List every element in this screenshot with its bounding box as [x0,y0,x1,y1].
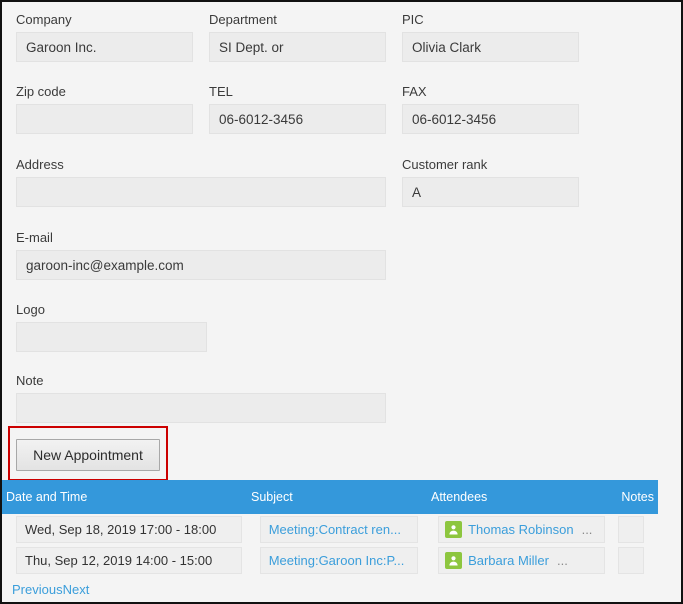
appointments-table-header: Date and Time Subject Attendees Notes [2,480,658,514]
cell-spacer [605,516,619,543]
previous-link[interactable]: Previous [12,582,63,597]
cell-attendees[interactable]: Barbara Miller ... [438,547,605,574]
appointments-table: Date and Time Subject Attendees Notes We… [2,480,658,576]
cell-notes [618,516,645,543]
field-tel: TEL 06-6012-3456 [209,84,386,134]
label-note: Note [16,373,44,388]
column-header-subject: Subject [251,490,293,504]
cell-spacer [242,516,260,543]
column-header-date-and-time: Date and Time [6,490,88,504]
label-company: Company [16,12,72,27]
pagination: Previous Next [12,582,89,597]
input-email[interactable]: garoon-inc@example.com [16,250,386,280]
field-note: Note [16,373,386,423]
field-department: Department SI Dept. or [209,12,386,62]
customer-detail-pane: Company Garoon Inc. Department SI Dept. … [2,2,681,602]
column-header-notes: Notes [621,490,654,504]
input-logo[interactable] [16,322,207,352]
label-customer-rank: Customer rank [402,157,488,172]
input-company[interactable]: Garoon Inc. [16,32,193,62]
cell-spacer [644,516,658,543]
field-logo: Logo [16,302,207,352]
field-address: Address [16,157,386,207]
label-pic: PIC [402,12,424,27]
field-pic: PIC Olivia Clark [402,12,579,62]
field-zip-code: Zip code [16,84,193,134]
label-logo: Logo [16,302,45,317]
label-department: Department [209,12,277,27]
cell-date-and-time: Wed, Sep 18, 2019 17:00 - 18:00 [16,516,242,543]
table-row[interactable]: Thu, Sep 12, 2019 14:00 - 15:00 Meeting:… [2,545,658,576]
next-link[interactable]: Next [63,582,90,597]
column-header-attendees: Attendees [431,490,488,504]
attendee-more: ... [557,553,568,568]
cell-attendees[interactable]: Thomas Robinson ... [438,516,605,543]
attendee-name: Thomas Robinson [468,522,574,537]
input-address[interactable] [16,177,386,207]
table-row[interactable]: Wed, Sep 18, 2019 17:00 - 18:00 Meeting:… [2,514,658,545]
cell-spacer [242,547,260,574]
field-fax: FAX 06-6012-3456 [402,84,579,134]
cell-subject-link[interactable]: Meeting:Garoon Inc:P... [259,547,419,574]
input-tel[interactable]: 06-6012-3456 [209,104,386,134]
field-customer-rank: Customer rank A [402,157,579,207]
field-company: Company Garoon Inc. [16,12,193,62]
attendee-name: Barbara Miller [468,553,549,568]
input-fax[interactable]: 06-6012-3456 [402,104,579,134]
input-department[interactable]: SI Dept. or [209,32,386,62]
cell-date-and-time: Thu, Sep 12, 2019 14:00 - 15:00 [16,547,242,574]
label-address: Address [16,157,64,172]
attendee-more: ... [581,522,593,537]
user-avatar-icon [445,552,463,569]
user-avatar-icon [445,521,463,538]
input-pic[interactable]: Olivia Clark [402,32,579,62]
cell-notes [618,547,645,574]
label-tel: TEL [209,84,233,99]
cell-spacer [644,547,658,574]
new-appointment-button[interactable]: New Appointment [16,439,160,471]
label-zip-code: Zip code [16,84,66,99]
label-fax: FAX [402,84,427,99]
input-note[interactable] [16,393,386,423]
cell-spacer [605,547,619,574]
input-customer-rank[interactable]: A [402,177,579,207]
label-email: E-mail [16,230,53,245]
cell-subject-link[interactable]: Meeting:Contract ren... [259,516,419,543]
cell-spacer [418,547,438,574]
app-window: Company Garoon Inc. Department SI Dept. … [0,0,683,604]
cell-spacer [418,516,438,543]
new-appointment-highlight: New Appointment [8,426,168,481]
input-zip-code[interactable] [16,104,193,134]
field-email: E-mail garoon-inc@example.com [16,230,386,280]
